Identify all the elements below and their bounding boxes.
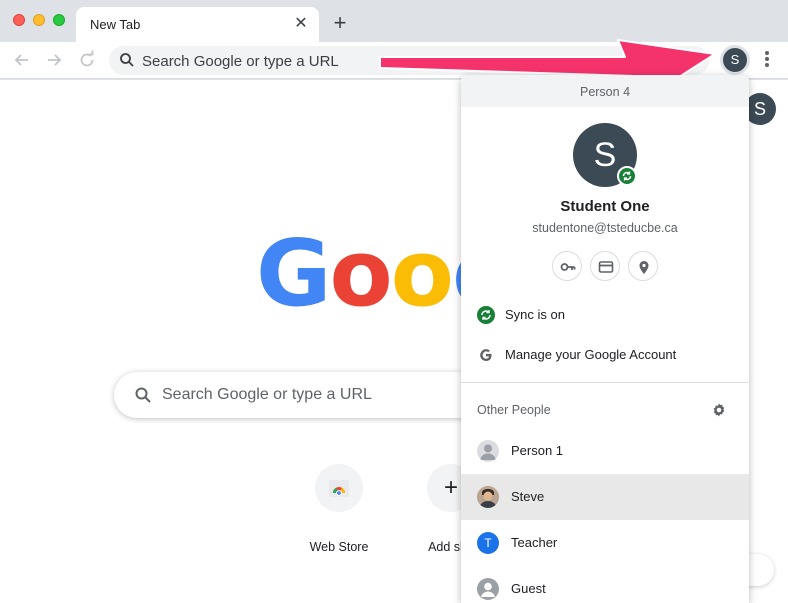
shortcut-web-store[interactable]: Web Store: [283, 464, 395, 554]
gear-icon[interactable]: [711, 402, 727, 418]
close-tab-icon[interactable]: ✕: [292, 15, 310, 33]
manage-account-item[interactable]: Manage your Google Account: [461, 335, 749, 375]
reload-icon[interactable]: [77, 50, 97, 70]
person-name: Teacher: [511, 535, 558, 550]
manage-account-label: Manage your Google Account: [505, 347, 677, 362]
payment-methods-button[interactable]: [590, 251, 620, 281]
addresses-button[interactable]: [628, 251, 658, 281]
google-g-icon: [477, 346, 495, 364]
toolbar: Search Google or type a URL: [0, 42, 788, 79]
tab-strip: New Tab ✕ +: [0, 0, 788, 42]
shortcut-label: Web Store: [309, 540, 369, 554]
person-item-person-1[interactable]: Person 1: [461, 428, 749, 474]
profile-menu: Person 4 S Student One studentone@tstedu…: [461, 75, 749, 603]
minimize-window-button[interactable]: [33, 14, 45, 26]
location-pin-icon: [639, 261, 649, 274]
tab-new-tab[interactable]: New Tab ✕: [76, 7, 319, 42]
letter-avatar: T: [477, 532, 499, 554]
logo-letter: o: [329, 220, 393, 327]
zoom-window-button[interactable]: [53, 14, 65, 26]
account-email: studentone@tsteducbe.ca: [532, 221, 678, 235]
other-people-title: Other People: [477, 403, 551, 417]
generic-avatar-icon: [477, 440, 499, 462]
search-icon: [120, 53, 134, 67]
credit-card-icon: [598, 261, 614, 273]
omnibox[interactable]: Search Google or type a URL: [109, 46, 709, 75]
person-item-guest[interactable]: Guest: [461, 566, 749, 603]
search-icon: [135, 387, 151, 403]
menu-divider: [461, 382, 749, 383]
account-name: Student One: [560, 198, 650, 215]
tab-title: New Tab: [90, 17, 141, 32]
close-window-button[interactable]: [13, 14, 25, 26]
person-name: Guest: [511, 581, 546, 596]
passwords-button[interactable]: [552, 251, 582, 281]
key-icon: [560, 263, 576, 271]
logo-letter: G: [256, 220, 332, 327]
guest-avatar-icon: [477, 578, 499, 600]
sync-label: Sync is on: [505, 307, 565, 322]
person-item-teacher[interactable]: T Teacher: [461, 520, 749, 566]
back-icon[interactable]: [12, 50, 32, 70]
person-name: Person 1: [511, 443, 564, 458]
menu-header: Person 4: [461, 75, 749, 107]
photo-avatar-icon: [477, 486, 499, 508]
sync-status-item[interactable]: Sync is on: [461, 295, 749, 335]
search-placeholder: Search Google or type a URL: [162, 386, 372, 403]
sync-icon: [477, 306, 495, 324]
new-tab-button[interactable]: +: [330, 12, 350, 34]
sync-badge-icon: [617, 166, 637, 186]
logo-letter: o: [390, 220, 454, 327]
profile-button[interactable]: S: [723, 48, 747, 72]
omnibox-placeholder: Search Google or type a URL: [142, 53, 339, 70]
more-menu-icon[interactable]: [760, 49, 774, 71]
web-store-icon: [315, 464, 363, 512]
person-name: Steve: [511, 489, 545, 504]
person-item-steve[interactable]: Steve: [461, 474, 749, 520]
forward-icon[interactable]: [44, 50, 64, 70]
